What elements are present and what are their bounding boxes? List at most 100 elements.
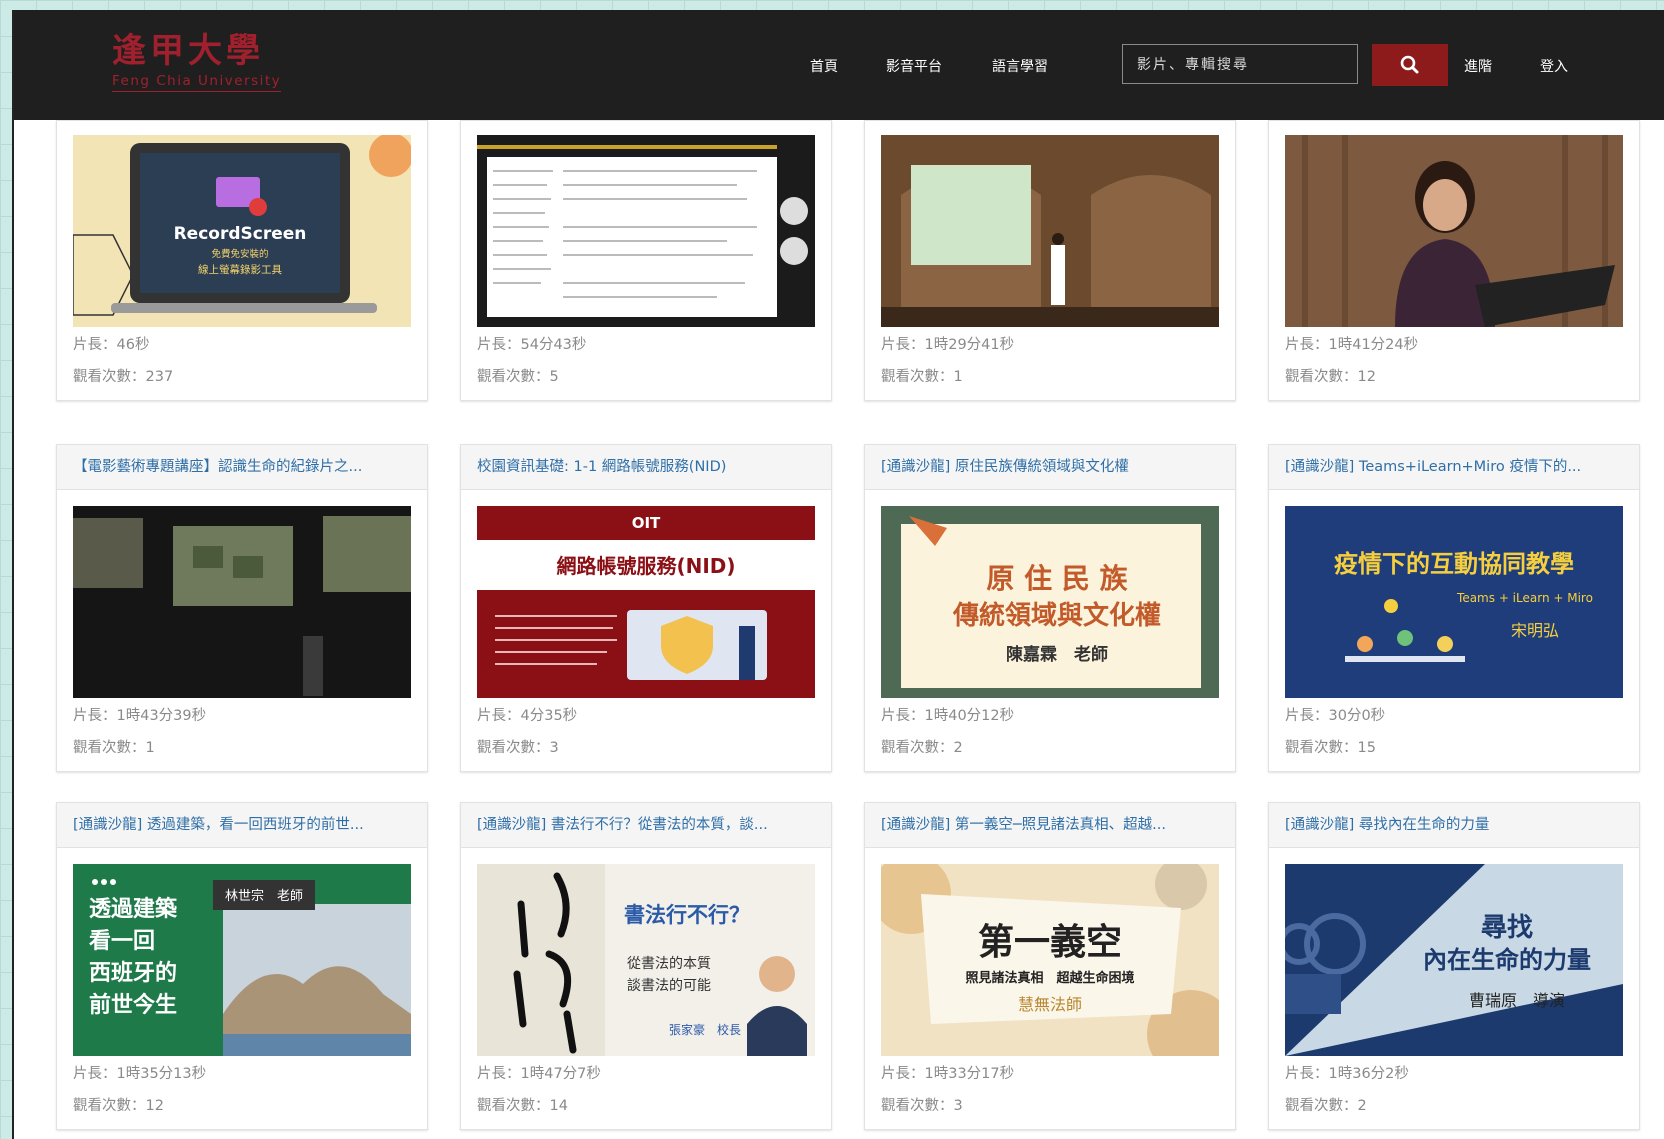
duration-text: 片長：1時43分39秒	[73, 708, 207, 724]
video-thumbnail[interactable]: 書法行不行？ 從書法的本質 談書法的可能 張家豪 校長	[477, 864, 815, 1056]
duration-text: 片長：1時35分13秒	[73, 1066, 207, 1082]
thumbnail-text: 網路帳號服務(NID)	[556, 554, 735, 578]
video-title-link[interactable]: [通識沙龍] 第一義空─照見諸法真相、超越...	[865, 803, 1235, 848]
view-count-text: 觀看次數：14	[477, 1098, 568, 1114]
svg-text:從書法的本質: 從書法的本質	[627, 956, 711, 972]
svg-text:內在生命的力量: 內在生命的力量	[1423, 946, 1591, 974]
documentary-screening-thumbnail-art	[73, 506, 411, 698]
duration-text: 片長：1時33分17秒	[881, 1066, 1015, 1082]
lecture-hall-thumbnail-art	[881, 135, 1219, 327]
video-title-link[interactable]: 校園資訊基礎: 1-1 網路帳號服務(NID)	[461, 445, 831, 490]
video-title-link[interactable]: 【電影藝術專題講座】認識生命的紀錄片之...	[57, 445, 427, 490]
thumbnail-text: 原 住 民 族	[986, 562, 1128, 595]
svg-text:西班牙的: 西班牙的	[89, 960, 177, 986]
video-thumbnail[interactable]	[477, 135, 815, 327]
svg-text:看一回: 看一回	[89, 929, 155, 954]
duration-text: 片長：1時40分12秒	[881, 708, 1015, 724]
video-card[interactable]: 片長：54分43秒 觀看次數：5	[460, 120, 832, 401]
thumbnail-text: 透過建築	[89, 896, 178, 922]
duration-text: 片長：1時36分2秒	[1285, 1066, 1409, 1082]
indigenous-rights-thumbnail-art: 原 住 民 族 傳統領域與文化權 陳嘉霖 老師	[881, 506, 1219, 698]
search-input[interactable]: 影片、專輯搜尋	[1122, 44, 1358, 84]
video-title-link[interactable]: [通識沙龍] 書法行不行？從書法的本質，談...	[461, 803, 831, 848]
thumbnail-text: 書法行不行？	[624, 903, 750, 927]
video-thumbnail[interactable]	[73, 506, 411, 698]
view-count-text: 觀看次數：1	[881, 369, 963, 385]
nav-login[interactable]: 登入	[1540, 56, 1568, 76]
view-count-text: 觀看次數：15	[1285, 740, 1376, 756]
thumbnail-text: 第一義空	[978, 922, 1122, 963]
video-thumbnail[interactable]: RecordScreen 免費免安裝的 線上螢幕錄影工具	[73, 135, 411, 327]
video-thumbnail[interactable]: 林世宗 老師 透過建築 看一回 西班牙的 前世今生	[73, 864, 411, 1056]
video-title-link[interactable]: [通識沙龍] 尋找內在生命的力量	[1269, 803, 1639, 848]
browser-page: 逢甲大學 Feng Chia University 首頁 影音平台 語言學習 影…	[12, 10, 1664, 1139]
video-card[interactable]: [通識沙龍] 書法行不行？從書法的本質，談... 書法行不行？ 從書法的本質 談…	[460, 802, 832, 1130]
svg-text:慧無法師: 慧無法師	[1018, 995, 1082, 1014]
university-logo[interactable]: 逢甲大學 Feng Chia University	[112, 32, 287, 104]
video-thumbnail[interactable]: 第一義空 照見諸法真相 超越生命困境 慧無法師	[881, 864, 1219, 1056]
video-card[interactable]: [通識沙龍] 透過建築，看一回西班牙的前世... 林世宗 老師 透過建築 看一回…	[56, 802, 428, 1130]
collaborative-teaching-thumbnail-art: 疫情下的互動協同教學 Teams + iLearn + Miro 宋明弘	[1285, 506, 1623, 698]
view-count-text: 觀看次數：12	[73, 1098, 164, 1114]
video-card[interactable]: RecordScreen 免費免安裝的 線上螢幕錄影工具 片長：46秒 觀看次數…	[56, 120, 428, 401]
video-card[interactable]: 片長：1時41分24秒 觀看次數：12	[1268, 120, 1640, 401]
video-card[interactable]: [通識沙龍] Teams+iLearn+Miro 疫情下的... 疫情下的互動協…	[1268, 444, 1640, 772]
duration-text: 片長：30分0秒	[1285, 708, 1386, 724]
logo-english-name: Feng Chia University	[112, 72, 282, 92]
search-icon	[1400, 55, 1419, 74]
video-card[interactable]: 【電影藝術專題講座】認識生命的紀錄片之... 片長：1時43分39秒 觀看次數：…	[56, 444, 428, 772]
svg-text:線上螢幕錄影工具: 線上螢幕錄影工具	[198, 263, 282, 276]
logo-chinese-name: 逢甲大學	[112, 31, 264, 71]
video-card[interactable]: [通識沙龍] 第一義空─照見諸法真相、超越... 第一義空 照見諸法真相 超越生…	[864, 802, 1236, 1130]
svg-text:陳嘉霖 老師: 陳嘉霖 老師	[1006, 644, 1108, 665]
screen-recording-thumbnail-art	[477, 135, 815, 327]
duration-text: 片長：1時47分7秒	[477, 1066, 601, 1082]
nav-media-platform[interactable]: 影音平台	[886, 56, 942, 76]
video-thumbnail[interactable]	[881, 135, 1219, 327]
svg-text:張家豪 校長: 張家豪 校長	[669, 1022, 741, 1037]
duration-text: 片長：46秒	[73, 337, 150, 353]
duration-text: 片長：54分43秒	[477, 337, 587, 353]
nav-advanced[interactable]: 進階	[1464, 56, 1492, 76]
nid-service-thumbnail-art: OIT 網路帳號服務(NID)	[477, 506, 815, 698]
video-title-link[interactable]: [通識沙龍] 透過建築，看一回西班牙的前世...	[57, 803, 427, 848]
view-count-text: 觀看次數：237	[73, 369, 174, 385]
video-thumbnail[interactable]: 原 住 民 族 傳統領域與文化權 陳嘉霖 老師	[881, 506, 1219, 698]
svg-text:前世今生: 前世今生	[89, 992, 177, 1018]
view-count-text: 觀看次數：3	[477, 740, 559, 756]
video-card[interactable]: 校園資訊基礎: 1-1 網路帳號服務(NID) OIT 網路帳號服務(NID) …	[460, 444, 832, 772]
svg-text:OIT: OIT	[632, 514, 661, 532]
search-button[interactable]	[1372, 44, 1448, 86]
view-count-text: 觀看次數：12	[1285, 369, 1376, 385]
video-thumbnail[interactable]: OIT 網路帳號服務(NID)	[477, 506, 815, 698]
thumbnail-text: 疫情下的互動協同教學	[1334, 550, 1574, 578]
video-thumbnail[interactable]: 尋找 內在生命的力量 曹瑞原 導演	[1285, 864, 1623, 1056]
video-card[interactable]: 片長：1時29分41秒 觀看次數：1	[864, 120, 1236, 401]
view-count-text: 觀看次數：2	[1285, 1098, 1367, 1114]
video-thumbnail[interactable]	[1285, 135, 1623, 327]
duration-text: 片長：1時41分24秒	[1285, 337, 1419, 353]
video-title-link[interactable]: [通識沙龍] 原住民族傳統領域與文化權	[865, 445, 1235, 490]
singer-thumbnail-art	[1285, 135, 1623, 327]
inner-strength-thumbnail-art: 尋找 內在生命的力量 曹瑞原 導演	[1285, 864, 1623, 1056]
thumbnail-text: 尋找	[1481, 913, 1533, 943]
video-title-link[interactable]: [通識沙龍] Teams+iLearn+Miro 疫情下的...	[1269, 445, 1639, 490]
duration-text: 片長：4分35秒	[477, 708, 578, 724]
svg-text:照見諸法真相 超越生命困境: 照見諸法真相 超越生命困境	[965, 970, 1134, 986]
svg-text:林世宗 老師: 林世宗 老師	[225, 888, 303, 904]
calligraphy-thumbnail-art: 書法行不行？ 從書法的本質 談書法的可能 張家豪 校長	[477, 864, 815, 1056]
view-count-text: 觀看次數：5	[477, 369, 559, 385]
video-thumbnail[interactable]: 疫情下的互動協同教學 Teams + iLearn + Miro 宋明弘	[1285, 506, 1623, 698]
view-count-text: 觀看次數：3	[881, 1098, 963, 1114]
thumbnail-text: RecordScreen	[174, 224, 307, 244]
spain-architecture-thumbnail-art: 林世宗 老師 透過建築 看一回 西班牙的 前世今生	[73, 864, 411, 1056]
top-navbar: 逢甲大學 Feng Chia University 首頁 影音平台 語言學習 影…	[14, 10, 1664, 120]
nav-home[interactable]: 首頁	[810, 56, 838, 76]
svg-text:談書法的可能: 談書法的可能	[627, 978, 711, 994]
nav-language-learning[interactable]: 語言學習	[992, 56, 1048, 76]
svg-text:免費免安裝的: 免費免安裝的	[211, 248, 268, 260]
video-card[interactable]: [通識沙龍] 原住民族傳統領域與文化權 原 住 民 族 傳統領域與文化權 陳嘉霖…	[864, 444, 1236, 772]
duration-text: 片長：1時29分41秒	[881, 337, 1015, 353]
view-count-text: 觀看次數：1	[73, 740, 155, 756]
video-card[interactable]: [通識沙龍] 尋找內在生命的力量 尋找 內在生命的力量 曹瑞原 導演 片長：1時…	[1268, 802, 1640, 1130]
